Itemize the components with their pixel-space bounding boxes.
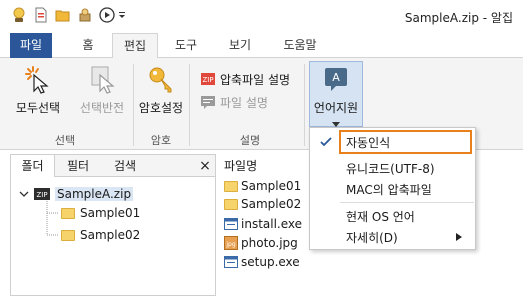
set-password-button[interactable]: 암호설정: [135, 64, 187, 116]
select-all-label: 모두선택: [15, 101, 61, 115]
menu-item-label: MAC의 압축파일: [346, 182, 432, 197]
file-row[interactable]: setup.exe: [224, 253, 300, 271]
tab-filter[interactable]: 필터: [57, 155, 99, 177]
language-support-button[interactable]: A 언어지원: [309, 61, 363, 127]
svg-text:A: A: [332, 71, 340, 84]
tree-item-label: Sample02: [80, 228, 141, 242]
tree-root-label: SampleA.zip: [55, 187, 134, 201]
menu-item-utf8[interactable]: 유니코드(UTF-8): [310, 157, 475, 179]
language-icon: A: [325, 68, 347, 91]
menu-item-mac-archive[interactable]: MAC의 압축파일: [310, 178, 475, 200]
menu-separator: [340, 202, 474, 203]
tree-root[interactable]: ZIP SampleA.zip: [19, 185, 134, 203]
tab-edit[interactable]: 편집: [112, 33, 158, 59]
tree-item[interactable]: Sample02: [61, 226, 140, 244]
zip-comment-icon: ZIP: [201, 73, 215, 85]
archive-comment-button[interactable]: ZIP 압축파일 설명: [200, 69, 290, 89]
tab-file[interactable]: 파일: [10, 33, 52, 58]
archive-comment-label: 압축파일 설명: [220, 72, 291, 87]
menu-item-details[interactable]: 자세히(D): [310, 226, 475, 248]
file-name: Sample01: [241, 179, 302, 193]
invert-selection-icon: [91, 66, 115, 94]
invert-selection-button[interactable]: 선택반전: [70, 64, 134, 116]
close-icon[interactable]: ×: [197, 155, 213, 177]
ribbon-separator: [133, 64, 134, 146]
file-name: setup.exe: [241, 255, 300, 269]
folder-panel: 폴더 필터 검색 × ZIP SampleA.zip Sample01 Samp…: [10, 154, 216, 296]
file-name: install.exe: [241, 217, 303, 231]
extract-icon[interactable]: [76, 6, 94, 24]
set-password-label: 암호설정: [138, 101, 184, 115]
svg-text:ZIP: ZIP: [202, 76, 213, 84]
tab-search[interactable]: 검색: [103, 155, 147, 177]
menu-item-label: 자동인식: [346, 135, 391, 150]
check-icon: [320, 137, 332, 147]
menu-item-auto-detect[interactable]: 자동인식: [310, 130, 475, 154]
title-bar: SampleA.zip - 알집: [0, 0, 523, 33]
tab-tools[interactable]: 도구: [164, 33, 208, 58]
exe-icon: [224, 256, 238, 268]
group-label-comment: 설명: [239, 134, 261, 147]
play-icon[interactable]: [98, 6, 116, 24]
tab-folder[interactable]: 폴더: [11, 155, 55, 177]
svg-text:jpg: jpg: [225, 241, 235, 248]
file-name: photo.jpg: [241, 236, 298, 250]
file-row[interactable]: jpg photo.jpg: [224, 234, 298, 252]
tree-item-label: Sample01: [80, 206, 141, 220]
jpg-icon: jpg: [224, 236, 238, 250]
tree-item[interactable]: Sample01: [61, 204, 140, 222]
file-name: Sample02: [241, 197, 302, 211]
key-icon: [149, 67, 172, 93]
zip-archive-icon: ZIP: [34, 188, 50, 200]
chevron-down-icon: [19, 191, 29, 197]
language-support-label: 언어지원: [313, 101, 359, 115]
ribbon-separator: [189, 64, 190, 146]
file-row[interactable]: install.exe: [224, 215, 302, 233]
menu-item-label: 현재 OS 언어: [346, 209, 415, 224]
menu-item-label: 자세히(D): [346, 230, 398, 245]
folder-icon: [224, 198, 238, 210]
menu-bar: 파일 홈 편집 도구 보기 도움말: [0, 33, 523, 59]
menu-item-current-os[interactable]: 현재 OS 언어: [310, 205, 475, 227]
language-dropdown-menu: 자동인식 유니코드(UTF-8) MAC의 압축파일 현재 OS 언어 자세히(…: [309, 127, 476, 250]
file-row[interactable]: Sample01: [224, 177, 301, 195]
ribbon-separator: [304, 64, 305, 146]
file-comment-icon: [201, 96, 215, 109]
select-all-button[interactable]: 모두선택: [8, 64, 68, 116]
group-label-select: 선택: [54, 134, 76, 147]
group-label-password: 암호: [150, 134, 172, 147]
submenu-arrow-icon: [456, 233, 462, 241]
select-all-icon: [25, 66, 49, 94]
folder-icon: [61, 207, 75, 219]
folder-icon: [61, 229, 75, 241]
file-comment-button[interactable]: 파일 설명: [200, 92, 268, 112]
tab-help[interactable]: 도움말: [272, 33, 328, 58]
folder-icon: [224, 180, 238, 192]
tab-view[interactable]: 보기: [218, 33, 262, 58]
window-title: SampleA.zip - 알집: [404, 11, 513, 25]
tab-home[interactable]: 홈: [68, 33, 108, 58]
tree-lines: [46, 201, 58, 236]
invert-selection-label: 선택반전: [79, 101, 125, 115]
open-icon[interactable]: [54, 6, 72, 24]
file-row[interactable]: Sample02: [224, 195, 301, 213]
exe-icon: [224, 218, 238, 230]
app-logo-icon[interactable]: [10, 6, 28, 24]
file-comment-label: 파일 설명: [220, 95, 268, 110]
menu-item-label: 유니코드(UTF-8): [346, 161, 435, 176]
column-header-filename[interactable]: 파일명: [224, 157, 257, 174]
svg-text:ZIP: ZIP: [36, 191, 47, 199]
dropdown-arrow-icon[interactable]: [116, 6, 128, 24]
new-icon[interactable]: [32, 6, 50, 24]
